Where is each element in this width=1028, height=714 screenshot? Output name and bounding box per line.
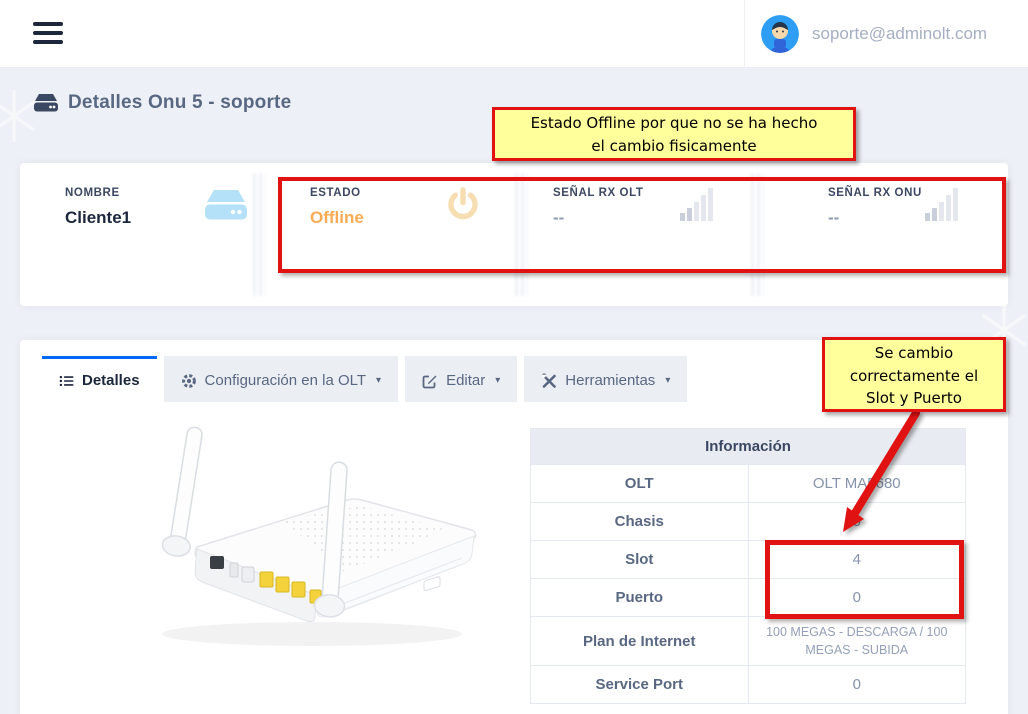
router-image bbox=[82, 422, 492, 667]
annotation-note-offline: Estado Offline por que no se ha hecho el… bbox=[492, 107, 856, 161]
note-line: Estado Offline por que no se ha hecho bbox=[495, 112, 853, 135]
menu-toggle-button[interactable] bbox=[33, 22, 63, 44]
tab-herramientas[interactable]: Herramientas ▾ bbox=[524, 356, 687, 402]
tools-icon bbox=[541, 373, 557, 389]
row-value: 0 bbox=[748, 503, 966, 541]
divider bbox=[250, 173, 266, 296]
user-menu[interactable]: soporte@adminolt.com bbox=[744, 0, 1028, 67]
row-label: Service Port bbox=[531, 666, 749, 704]
onu-details-page: soporte@adminolt.com Detalles Onu 5 - so… bbox=[0, 0, 1028, 714]
row-label: Slot bbox=[531, 541, 749, 579]
tab-label: Configuración en la OLT bbox=[205, 372, 366, 389]
user-avatar-icon bbox=[761, 15, 799, 53]
user-email: soporte@adminolt.com bbox=[812, 24, 987, 44]
table-row-plan: Plan de Internet 100 MEGAS - DESCARGA / … bbox=[531, 617, 966, 666]
topbar: soporte@adminolt.com bbox=[0, 0, 1028, 68]
note-line: Se cambio bbox=[825, 342, 1003, 365]
gear-icon bbox=[181, 373, 197, 389]
note-line: correctamente el bbox=[825, 365, 1003, 388]
table-row-service-port: Service Port 0 bbox=[531, 666, 966, 704]
tab-bar: Detalles Configuración en la OLT ▾ Edita… bbox=[42, 356, 687, 402]
table-row-olt: OLT OLT MA5680 bbox=[531, 465, 966, 503]
row-value: 0 bbox=[748, 666, 966, 704]
tab-detalles[interactable]: Detalles bbox=[42, 356, 157, 402]
edit-icon bbox=[422, 373, 438, 389]
tab-editar[interactable]: Editar ▾ bbox=[405, 356, 517, 402]
row-label: OLT bbox=[531, 465, 749, 503]
chevron-down-icon: ▾ bbox=[495, 375, 500, 386]
row-value: 100 MEGAS - DESCARGA / 100 MEGAS - SUBID… bbox=[748, 617, 966, 666]
hamburger-icon bbox=[33, 31, 63, 35]
chevron-down-icon: ▾ bbox=[665, 375, 670, 386]
list-icon bbox=[59, 374, 74, 388]
avatar bbox=[761, 15, 799, 53]
metric-label: NOMBRE bbox=[65, 187, 131, 199]
hamburger-icon bbox=[33, 22, 63, 26]
hamburger-icon bbox=[33, 40, 63, 44]
info-table-header: Información bbox=[531, 429, 966, 465]
highlight-rectangle-status bbox=[278, 177, 1006, 273]
row-label: Puerto bbox=[531, 579, 749, 617]
chevron-down-icon: ▾ bbox=[376, 375, 381, 386]
tab-configuracion-olt[interactable]: Configuración en la OLT ▾ bbox=[164, 356, 399, 402]
tab-label: Detalles bbox=[82, 372, 140, 389]
breadcrumb: Detalles Onu 5 - soporte bbox=[33, 92, 291, 114]
metric-value: Cliente1 bbox=[65, 208, 131, 228]
note-line: el cambio fisicamente bbox=[495, 135, 853, 158]
device-icon bbox=[203, 189, 249, 223]
row-label: Plan de Internet bbox=[531, 617, 749, 666]
row-value: OLT MA5680 bbox=[748, 465, 966, 503]
metric-nombre: NOMBRE Cliente1 bbox=[65, 187, 131, 228]
onu-device-icon bbox=[33, 93, 59, 113]
table-row-chasis: Chasis 0 bbox=[531, 503, 966, 541]
annotation-note-slot-puerto: Se cambio correctamente el Slot y Puerto bbox=[822, 337, 1006, 412]
page-title: Detalles Onu 5 - soporte bbox=[68, 92, 291, 114]
row-label: Chasis bbox=[531, 503, 749, 541]
highlight-rectangle-slot-puerto bbox=[765, 540, 964, 619]
tab-label: Herramientas bbox=[565, 372, 655, 389]
tab-label: Editar bbox=[446, 372, 485, 389]
decorative-snowflake bbox=[0, 88, 36, 144]
note-line: Slot y Puerto bbox=[825, 387, 1003, 410]
